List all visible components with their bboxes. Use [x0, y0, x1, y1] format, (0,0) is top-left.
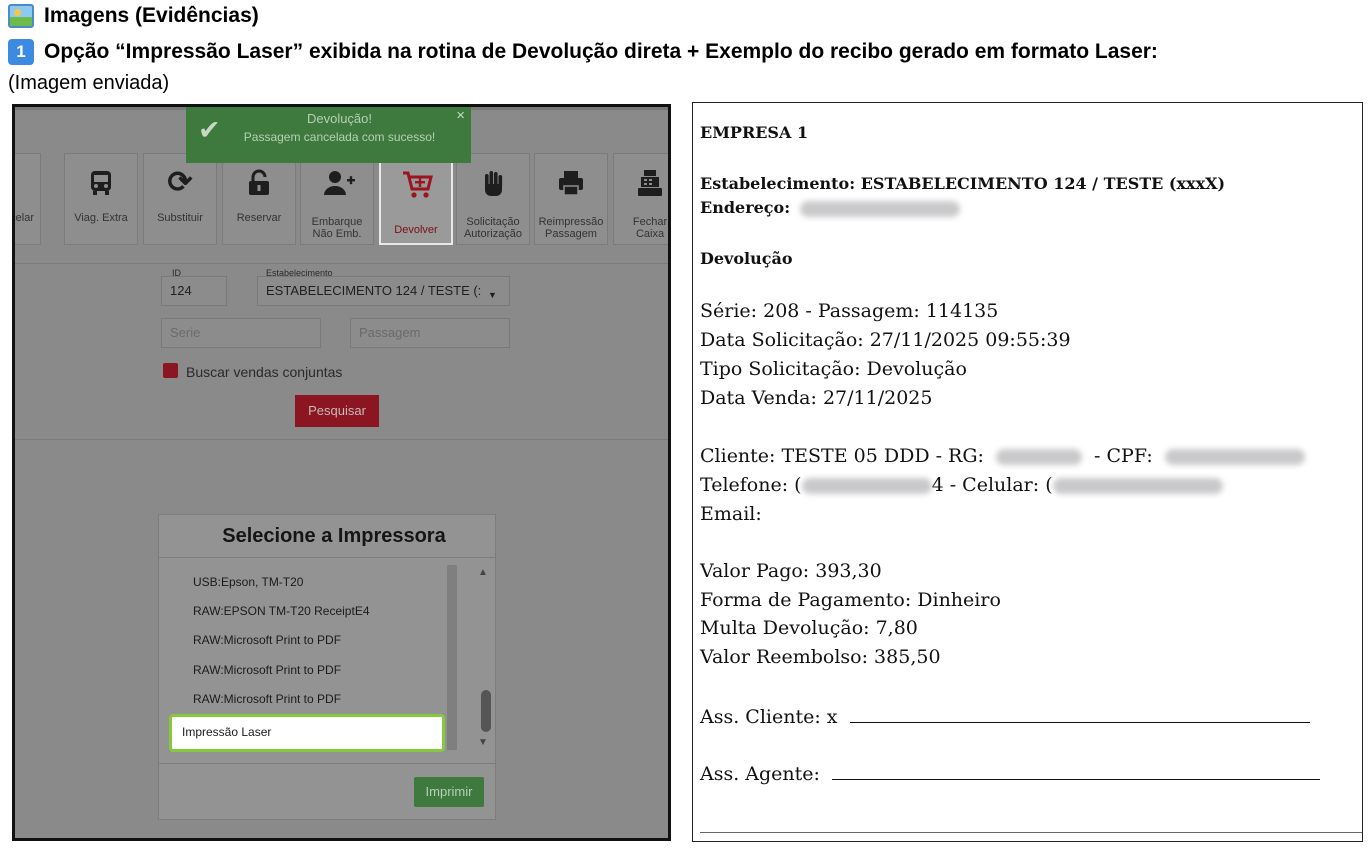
unlock-icon [244, 168, 274, 198]
receipt-section-title: Devolução [700, 249, 793, 268]
receipt-email: Email: [700, 503, 762, 525]
printer-icon [556, 168, 586, 198]
redacted-cpf [1164, 449, 1305, 465]
bus-icon [86, 168, 116, 198]
receipt-endereco-label: Endereço: [700, 198, 791, 217]
redacted-telefone [801, 478, 932, 494]
receipt-data-solicitacao: Data Solicitação: 27/11/2025 09:55:39 [700, 329, 1071, 351]
printer-option[interactable]: RAW:EPSON TM-T20 ReceiptE4 [193, 604, 370, 618]
receipt-tipo-solicitacao: Tipo Solicitação: Devolução [700, 358, 967, 380]
receipt-telefone-label: Telefone: ( [700, 474, 802, 496]
receipt-serie: Série: 208 - Passagem: 114135 [700, 300, 999, 322]
receipt-cliente: Cliente: TESTE 05 DDD - RG: - CPF: [700, 445, 1305, 467]
scrollbar-thumb[interactable] [481, 690, 491, 732]
toolbar-cancelar-label: ncelar [15, 212, 34, 224]
signature-line [832, 762, 1320, 780]
receipt-estabelecimento: Estabelecimento: ESTABELECIMENTO 124 / T… [700, 174, 1226, 193]
toolbar-embarque-label: Embarque Não Emb. [311, 216, 363, 240]
chevron-down-icon: ▼ [488, 290, 497, 300]
printer-option[interactable]: USB:Epson, TM-T20 [193, 575, 303, 589]
heading-evidencias-text: Imagens (Evidências) [44, 4, 259, 27]
cash-register-icon [635, 168, 665, 198]
picture-icon [8, 4, 34, 28]
redacted-celular [1052, 478, 1223, 494]
divider [159, 557, 495, 558]
imprimir-button[interactable]: Imprimir [414, 777, 484, 807]
toast-title: Devolução! [306, 111, 373, 126]
receipt-reembolso: Valor Reembolso: 385,50 [700, 646, 941, 668]
toolbar-reservar-button[interactable]: Reservar [222, 153, 296, 245]
pesquisar-button[interactable]: Pesquisar [295, 395, 379, 427]
receipt-company: EMPRESA 1 [700, 123, 809, 142]
toolbar-embarque-button[interactable]: Embarque Não Emb. [300, 153, 374, 245]
user-plus-icon [322, 168, 355, 198]
scroll-down-icon[interactable]: ▼ [478, 737, 488, 748]
divider [159, 763, 495, 764]
toolbar-viag-extra-label: Viag. Extra [74, 212, 128, 224]
receipt-ass-agente: Ass. Agente: [700, 762, 1320, 785]
receipt-telefone-end: 4 [931, 474, 944, 496]
estabelecimento-select[interactable]: ESTABELECIMENTO 124 / TESTE (: [257, 276, 510, 306]
receipt-valor-pago: Valor Pago: 393,30 [700, 560, 882, 582]
printer-option[interactable]: RAW:Microsoft Print to PDF [193, 633, 341, 647]
toolbar-reservar-label: Reservar [236, 212, 282, 224]
caption-imagem-enviada: (Imagem enviada) [8, 72, 170, 94]
receipt-multa: Multa Devolução: 7,80 [700, 617, 918, 639]
cancel-circle-icon: ⊗ [15, 168, 19, 198]
redacted-rg [995, 449, 1082, 465]
divider [15, 439, 668, 440]
hand-icon [478, 168, 508, 198]
list-scroll-track [447, 565, 457, 750]
id-input[interactable]: 124 [161, 276, 227, 306]
toolbar-reimpressao-label: Reimpressão Passagem [538, 216, 604, 240]
heading-evidencias: Imagens (Evidências) [8, 4, 259, 28]
action-toolbar: ⊗ ncelar Viag. Extra ⟳ Substituir Reserv… [15, 149, 668, 247]
receipt-cpf-label: - CPF: [1094, 445, 1153, 467]
scroll-up-icon[interactable]: ▲ [478, 567, 488, 578]
toolbar-reimpressao-button[interactable]: Reimpressão Passagem [534, 153, 608, 245]
printer-option[interactable]: RAW:Microsoft Print to PDF [193, 663, 341, 677]
toolbar-viag-extra-button[interactable]: Viag. Extra [64, 153, 138, 245]
laser-receipt: EMPRESA 1 Estabelecimento: ESTABELECIMEN… [692, 102, 1363, 842]
heading-opcao-text: Opção “Impressão Laser” exibida na rotin… [44, 40, 1158, 63]
toolbar-substituir-label: Substituir [157, 212, 203, 224]
serie-input[interactable]: Serie [161, 318, 321, 348]
app-screenshot: ⊗ ncelar Viag. Extra ⟳ Substituir Reserv… [12, 104, 671, 841]
redacted-address [799, 200, 960, 217]
toolbar-substituir-button[interactable]: ⟳ Substituir [143, 153, 217, 245]
toolbar-devolver-button[interactable]: Devolver [379, 153, 453, 245]
toolbar-fechar-caixa-button[interactable]: Fechar Caixa [613, 153, 668, 245]
success-toast: ✔ Devolução! Passagem cancelada com suce… [186, 107, 471, 163]
receipt-cliente-label: Cliente: TESTE 05 DDD - RG: [700, 445, 984, 467]
passagem-input[interactable]: Passagem [350, 318, 510, 348]
divider [15, 263, 668, 264]
printer-option-impressao-laser[interactable]: Impressão Laser [169, 714, 445, 752]
refresh-icon: ⟳ [167, 166, 193, 199]
toolbar-cancelar-button[interactable]: ⊗ ncelar [15, 153, 41, 245]
receipt-telefone: Telefone: ( 4 - Celular: ( [700, 474, 1223, 496]
cart-plus-icon [401, 169, 433, 199]
buscar-vendas-checkbox[interactable] [163, 363, 178, 378]
receipt-forma-pagamento: Forma de Pagamento: Dinheiro [700, 589, 1001, 611]
toolbar-fechar-caixa-label: Fechar Caixa [632, 216, 668, 240]
receipt-ass-cliente: Ass. Cliente: x [700, 705, 1310, 728]
receipt-data-venda: Data Venda: 27/11/2025 [700, 387, 933, 409]
dialog-title: Selecione a Impressora [222, 525, 446, 547]
toolbar-devolver-label: Devolver [394, 224, 438, 236]
printer-dialog: Selecione a Impressora USB:Epson, TM-T20… [158, 514, 496, 820]
bottom-rule [700, 832, 1362, 833]
signature-line [849, 705, 1310, 723]
receipt-ass-cliente-label: Ass. Cliente: x [700, 706, 838, 728]
buscar-vendas-label: Buscar vendas conjuntas [186, 364, 343, 380]
printer-option[interactable]: RAW:Microsoft Print to PDF [193, 692, 341, 706]
receipt-ass-agente-label: Ass. Agente: [700, 763, 820, 785]
receipt-endereco: Endereço: [700, 198, 960, 217]
toolbar-solicitacao-button[interactable]: Solicitação Autorização [456, 153, 530, 245]
receipt-celular-label: - Celular: ( [949, 474, 1053, 496]
keycap-one-icon: 1 [8, 39, 34, 65]
close-icon[interactable]: × [456, 107, 465, 124]
toast-message: Passagem cancelada com sucesso! [243, 130, 436, 144]
toolbar-solicitacao-label: Solicitação Autorização [463, 216, 523, 240]
heading-opcao: 1 Opção “Impressão Laser” exibida na rot… [8, 39, 1158, 65]
